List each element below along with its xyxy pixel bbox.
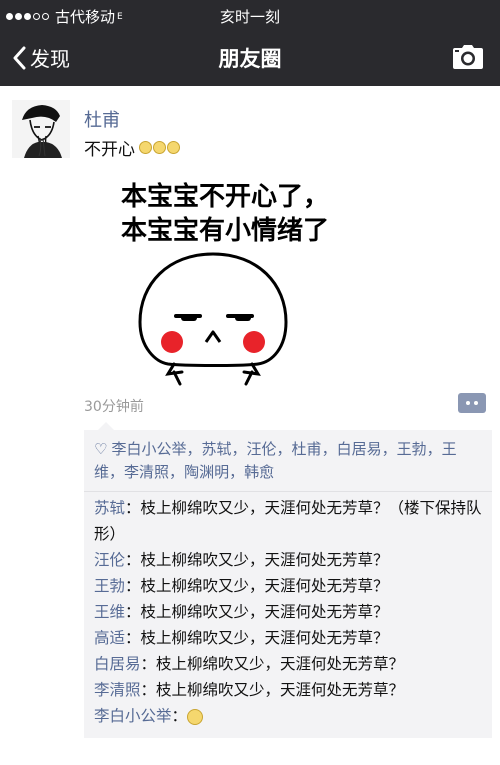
status-bar: 古代移动 E 亥时一刻	[0, 0, 500, 30]
comment-colon: ：	[125, 577, 141, 595]
interaction-box: ♡ 李白小公举，苏轼，汪伦，杜甫，白居易，王勃，王维，李清照，陶渊明，韩愈 苏轼：…	[84, 422, 492, 738]
comments-list: 苏轼：枝上柳绵吹又少，天涯何处无芳草？（楼下保持队形） 汪伦：枝上柳绵吹又少，天涯…	[84, 492, 492, 729]
nav-bar: 发现 朋友圈	[0, 30, 500, 86]
comment-colon: ：	[125, 603, 141, 621]
comment-text: 枝上柳绵吹又少，天涯何处无芳草？	[140, 629, 389, 647]
camera-button[interactable]	[452, 44, 484, 74]
post-text: 不开心	[84, 135, 181, 160]
meme-caption-line-2: 本宝宝有小情绪了	[120, 216, 329, 246]
status-time: 亥时一刻	[219, 8, 280, 26]
post-image[interactable]: 本宝宝不开心了， 本宝宝有小情绪了	[100, 170, 350, 390]
comment-author[interactable]: 王勃	[94, 577, 125, 595]
comment-colon: ：	[140, 681, 157, 699]
like-user-name[interactable]: 汪伦	[247, 440, 277, 458]
like-user-name[interactable]: 王勃	[397, 440, 427, 458]
comment-menu-icon	[466, 401, 470, 405]
page-title: 朋友圈	[218, 47, 282, 71]
comment-colon: ：	[171, 707, 188, 725]
comment-item[interactable]: 白居易：枝上柳绵吹又少，天涯何处无芳草？	[84, 651, 492, 677]
comment-text: 枝上柳绵吹又少，天涯何处无芳草？	[140, 577, 389, 595]
ink-portrait-image	[12, 100, 70, 158]
like-user-name[interactable]: 李白小公举	[111, 440, 186, 458]
like-user-name[interactable]: 李清照	[124, 463, 169, 481]
like-separator: ，	[231, 440, 247, 458]
meme-caption-line-1: 本宝宝不开心了，	[120, 182, 329, 212]
comment-text: 枝上柳绵吹又少，天涯何处无芳草？	[140, 603, 389, 621]
comment-author[interactable]: 汪伦	[94, 551, 125, 569]
comment-author[interactable]: 李清照	[94, 681, 141, 699]
like-separator: ，	[169, 463, 185, 481]
comment-colon: ：	[140, 655, 157, 673]
comment-author[interactable]: 王维	[94, 603, 125, 621]
camera-icon	[453, 45, 483, 69]
like-separator: ，	[321, 440, 337, 458]
likes-list: ♡ 李白小公举，苏轼，汪伦，杜甫，白居易，王勃，王维，李清照，陶渊明，韩愈	[84, 430, 492, 492]
like-separator: ，	[186, 440, 202, 458]
heart-icon: ♡	[94, 440, 108, 458]
like-user-name[interactable]: 韩愈	[244, 463, 274, 481]
comment-text: 枝上柳绵吹又少，天涯何处无芳草？	[140, 551, 389, 569]
comment-colon: ：	[125, 629, 141, 647]
post-author[interactable]: 杜甫	[84, 106, 120, 132]
comment-text: 枝上柳绵吹又少，天涯何处无芳草？	[156, 681, 405, 699]
comment-item[interactable]: 王维：枝上柳绵吹又少，天涯何处无芳草？	[84, 599, 492, 625]
like-separator: ，	[109, 463, 125, 481]
comment-colon: ：	[125, 499, 141, 517]
like-user-name[interactable]: 苏轼	[201, 440, 231, 458]
comment-item[interactable]: 李清照：枝上柳绵吹又少，天涯何处无芳草？	[84, 677, 492, 703]
pouting-face-illustration	[138, 252, 288, 386]
like-user-name[interactable]: 陶渊明	[184, 463, 229, 481]
like-separator: ，	[229, 463, 245, 481]
comment-item[interactable]: 王勃：枝上柳绵吹又少，天涯何处无芳草？	[84, 573, 492, 599]
comment-item[interactable]: 汪伦：枝上柳绵吹又少，天涯何处无芳草？	[84, 547, 492, 573]
comment-author[interactable]: 李白小公举	[94, 707, 172, 725]
comment-text: 枝上柳绵吹又少，天涯何处无芳草？	[156, 655, 405, 673]
comment-text: 枝上柳绵吹又少，天涯何处无芳草？（楼下保持队形）	[94, 499, 482, 543]
sleepy-emoji-icon	[187, 708, 204, 725]
like-separator: ，	[426, 440, 442, 458]
avatar[interactable]	[12, 100, 70, 158]
like-user-name[interactable]: 杜甫	[292, 440, 322, 458]
comment-item[interactable]: 苏轼：枝上柳绵吹又少，天涯何处无芳草？（楼下保持队形）	[84, 495, 492, 547]
post-timestamp: 30分钟前	[84, 399, 144, 415]
comment-author[interactable]: 高适	[94, 629, 125, 647]
comment-colon: ：	[125, 551, 141, 569]
comment-item[interactable]: 高适：枝上柳绵吹又少，天涯何处无芳草？	[84, 625, 492, 651]
like-separator: ，	[276, 440, 292, 458]
like-user-name[interactable]: 白居易	[337, 440, 382, 458]
comment-item[interactable]: 李白小公举：	[84, 703, 492, 729]
like-separator: ，	[381, 440, 397, 458]
comment-author[interactable]: 苏轼	[94, 499, 125, 517]
comment-author[interactable]: 白居易	[94, 655, 141, 673]
sleepy-emoji-icon	[139, 141, 181, 154]
post-text-content: 不开心	[84, 140, 135, 160]
comment-menu-button[interactable]	[458, 393, 486, 413]
